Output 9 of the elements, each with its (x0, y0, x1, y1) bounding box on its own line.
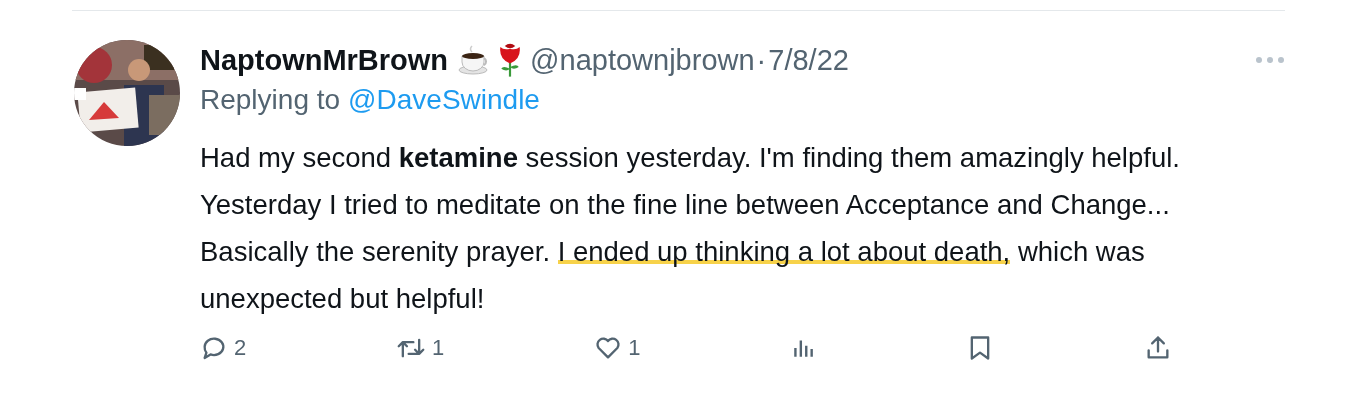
author-handle[interactable]: @naptownjbrown (530, 43, 755, 77)
post-date[interactable]: 7/8/22 (768, 43, 849, 77)
replying-label: Replying to (200, 84, 341, 116)
tweet-text: Had my second ketamine session yesterday. I'm finding them amazingly helpful. Yesterday I tried to meditate on the fine line between Acceptance and Change... Basically the serenity prayer. I ended up thinking a lot about death, which was unexpected but helpful! (200, 141, 1181, 316)
repost-button[interactable]: 1 (396, 334, 445, 362)
reply-button[interactable]: 2 (200, 334, 247, 362)
separator: · (756, 43, 767, 77)
like-button[interactable]: 1 (594, 334, 641, 362)
author-name[interactable]: NaptownMrBrown (200, 43, 449, 77)
